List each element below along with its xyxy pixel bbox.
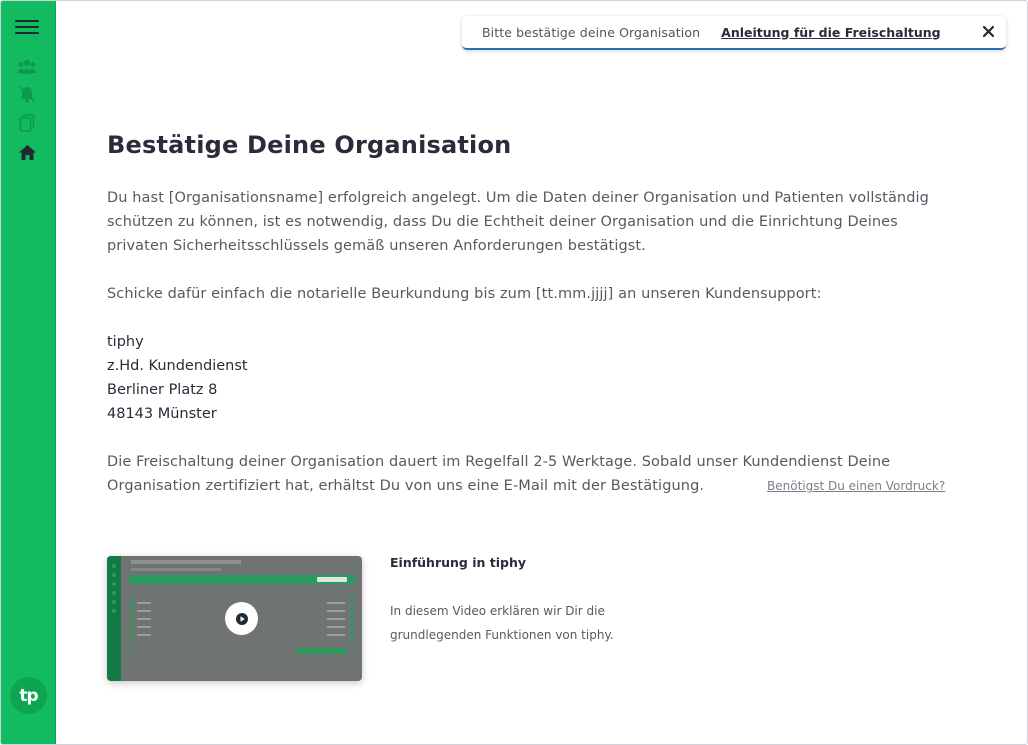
- intro-paragraph: Du hast [Organisationsname] erfolgreich …: [107, 190, 929, 254]
- bell-icon[interactable]: [15, 83, 39, 105]
- page-title: Bestätige Deine Organisation: [107, 131, 512, 159]
- close-icon[interactable]: [980, 23, 996, 39]
- home-icon[interactable]: [15, 141, 39, 163]
- sidebar: tp: [1, 1, 56, 744]
- template-form-link[interactable]: Benötigst Du einen Vordruck?: [767, 479, 945, 493]
- hamburger-menu-icon[interactable]: [15, 20, 39, 36]
- unlock-guide-link[interactable]: Anleitung für die Freischaltung: [721, 25, 940, 40]
- video-description: In diesem Video erklären wir Dir die gru…: [390, 604, 614, 642]
- support-address: tiphy z.Hd. Kundendienst Berliner Platz …: [107, 330, 248, 426]
- tiphy-logo[interactable]: tp: [10, 677, 47, 714]
- banner-info-text: Bitte bestätige deine Organisation: [482, 24, 701, 40]
- address-line: Berliner Platz 8: [107, 382, 218, 398]
- users-icon[interactable]: [15, 56, 39, 78]
- verification-banner: Bitte bestätige deine Organisation Anlei…: [462, 16, 1006, 50]
- instructions-paragraph: Schicke dafür einfach die notarielle Beu…: [107, 286, 822, 302]
- documents-icon[interactable]: [15, 112, 39, 134]
- intro-video-thumbnail[interactable]: [107, 556, 362, 681]
- address-line: tiphy: [107, 334, 144, 350]
- address-line: 48143 Münster: [107, 406, 217, 422]
- app-window: tp Bitte bestätige deine Organisation An…: [0, 0, 1028, 745]
- play-icon[interactable]: [225, 602, 258, 635]
- video-preview-sidebar: [107, 556, 121, 681]
- video-title: Einführung in tiphy: [390, 555, 527, 570]
- address-line: z.Hd. Kundendienst: [107, 358, 248, 374]
